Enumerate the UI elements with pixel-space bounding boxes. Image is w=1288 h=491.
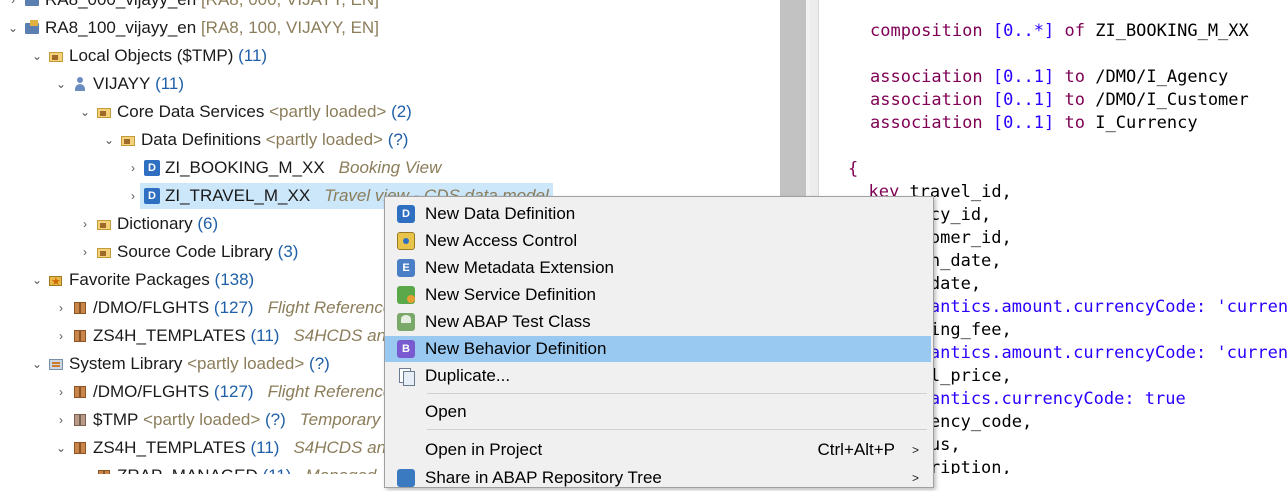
chevron-right-icon[interactable]: › bbox=[78, 462, 92, 474]
menu-item-open-in-project[interactable]: Open in Project Ctrl+Alt+P > bbox=[385, 437, 931, 463]
chevron-down-icon[interactable]: ⌄ bbox=[78, 98, 92, 126]
submenu-arrow-icon: > bbox=[911, 443, 919, 457]
chevron-down-icon[interactable]: ⌄ bbox=[54, 434, 68, 462]
tree-item-vijayy[interactable]: ⌄ VIJAYY (11) bbox=[54, 70, 184, 98]
data-definition-icon: D bbox=[144, 160, 160, 176]
menu-item-new-behavior-definition[interactable]: B New Behavior Definition bbox=[385, 336, 931, 362]
chevron-right-icon[interactable]: › bbox=[54, 406, 68, 434]
tree-item-favorite-packages[interactable]: ⌄ Favorite Packages (138) bbox=[30, 266, 254, 296]
chevron-right-icon[interactable]: › bbox=[54, 378, 68, 406]
chevron-right-icon[interactable]: › bbox=[126, 154, 140, 182]
data-definition-icon: D bbox=[397, 205, 415, 223]
service-definition-icon bbox=[397, 286, 415, 304]
duplicate-icon bbox=[397, 367, 415, 386]
code-line: association [0..1] to /DMO/I_Customer bbox=[870, 90, 1249, 110]
menu-item-open[interactable]: Open bbox=[385, 399, 931, 425]
metadata-extension-icon: E bbox=[397, 259, 415, 277]
chevron-right-icon[interactable]: › bbox=[78, 238, 92, 266]
tree-item-core-data-services[interactable]: ⌄ Core Data Services <partly loaded> (2) bbox=[78, 98, 412, 126]
chevron-right-icon[interactable]: › bbox=[78, 210, 92, 238]
chevron-down-icon[interactable]: ⌄ bbox=[30, 42, 44, 70]
tree-item-dictionary[interactable]: › Dictionary (6) bbox=[78, 210, 218, 238]
system-library-icon bbox=[48, 356, 64, 372]
context-menu: D New Data Definition New Access Control… bbox=[384, 196, 934, 488]
behavior-definition-icon: B bbox=[397, 340, 415, 358]
menu-item-new-metadata-extension[interactable]: E New Metadata Extension bbox=[385, 255, 931, 281]
menu-item-new-data-definition[interactable]: D New Data Definition bbox=[385, 201, 931, 227]
chevron-down-icon[interactable]: ⌄ bbox=[54, 70, 68, 98]
tree-item-source-code-library[interactable]: › Source Code Library (3) bbox=[78, 238, 298, 266]
local-objects-icon bbox=[48, 48, 64, 64]
chevron-down-icon[interactable]: ⌄ bbox=[6, 14, 20, 42]
chevron-down-icon[interactable]: ⌄ bbox=[30, 350, 44, 378]
tree-item-ra8-100[interactable]: ⌄ RA8_100_vijayy_en [RA8, 100, VIJAYY, E… bbox=[6, 14, 379, 42]
menu-separator bbox=[427, 429, 927, 430]
folder-icon bbox=[96, 244, 112, 260]
user-icon bbox=[72, 76, 88, 92]
menu-item-new-access-control[interactable]: New Access Control bbox=[385, 228, 931, 254]
chevron-right-icon[interactable]: › bbox=[54, 322, 68, 350]
favorite-packages-icon bbox=[48, 268, 64, 296]
tree-item-zs4h-templates-sys[interactable]: ⌄ ZS4H_TEMPLATES (11) S4HCDS and bbox=[54, 434, 396, 462]
tree-item-zs4h-templates-fav[interactable]: › ZS4H_TEMPLATES (11) S4HCDS and bbox=[54, 322, 396, 350]
tree-item-system-library[interactable]: ⌄ System Library <partly loaded> (?) bbox=[30, 350, 330, 378]
menu-item-new-service-definition[interactable]: New Service Definition bbox=[385, 282, 931, 308]
access-control-icon bbox=[397, 232, 415, 250]
tree-item-zrap-managed[interactable]: › ZRAP_MANAGED (11) Managed bbox=[78, 462, 376, 474]
folder-icon bbox=[120, 132, 136, 148]
menu-separator bbox=[427, 393, 927, 394]
package-icon bbox=[72, 384, 88, 400]
chevron-right-icon[interactable]: › bbox=[54, 294, 68, 322]
folder-icon bbox=[96, 104, 112, 120]
abap-project-icon bbox=[24, 20, 40, 36]
chevron-right-icon[interactable]: › bbox=[126, 182, 140, 210]
data-definition-icon: D bbox=[144, 188, 160, 204]
tree-item-ra8-000[interactable]: › RA8_000_vijayy_en [RA8, 000, VIJAYY, E… bbox=[6, 0, 379, 14]
chevron-down-icon[interactable]: ⌄ bbox=[30, 266, 44, 294]
menu-item-duplicate[interactable]: Duplicate... bbox=[385, 363, 931, 389]
code-line: composition [0..*] of ZI_BOOKING_M_XX bbox=[870, 21, 1249, 41]
scrollbar-thumb[interactable] bbox=[780, 0, 806, 200]
code-line: { bbox=[848, 159, 859, 179]
code-line: association [0..1] to /DMO/I_Agency bbox=[870, 67, 1229, 87]
package-icon bbox=[72, 440, 88, 456]
tree-item-local-objects[interactable]: ⌄ Local Objects ($TMP) (11) bbox=[30, 42, 267, 70]
menu-item-new-abap-test-class[interactable]: New ABAP Test Class bbox=[385, 309, 931, 335]
package-icon bbox=[72, 412, 88, 428]
folder-icon bbox=[96, 216, 112, 232]
tree-item-zi-booking-m-xx[interactable]: › D ZI_BOOKING_M_XX Booking View bbox=[126, 154, 441, 182]
code-line: association [0..1] to I_Currency bbox=[870, 113, 1198, 133]
abap-project-icon bbox=[24, 0, 40, 8]
chevron-down-icon[interactable]: ⌄ bbox=[102, 126, 116, 154]
menu-item-share-in-abap-repository-tree[interactable]: Share in ABAP Repository Tree > bbox=[385, 465, 931, 491]
package-icon bbox=[72, 328, 88, 344]
package-icon bbox=[72, 300, 88, 316]
submenu-arrow-icon: > bbox=[911, 471, 919, 485]
test-class-icon bbox=[397, 313, 415, 331]
chevron-right-icon[interactable]: › bbox=[6, 0, 20, 14]
share-icon bbox=[397, 469, 415, 487]
package-icon bbox=[96, 468, 112, 474]
tree-item-data-definitions[interactable]: ⌄ Data Definitions <partly loaded> (?) bbox=[102, 126, 409, 154]
